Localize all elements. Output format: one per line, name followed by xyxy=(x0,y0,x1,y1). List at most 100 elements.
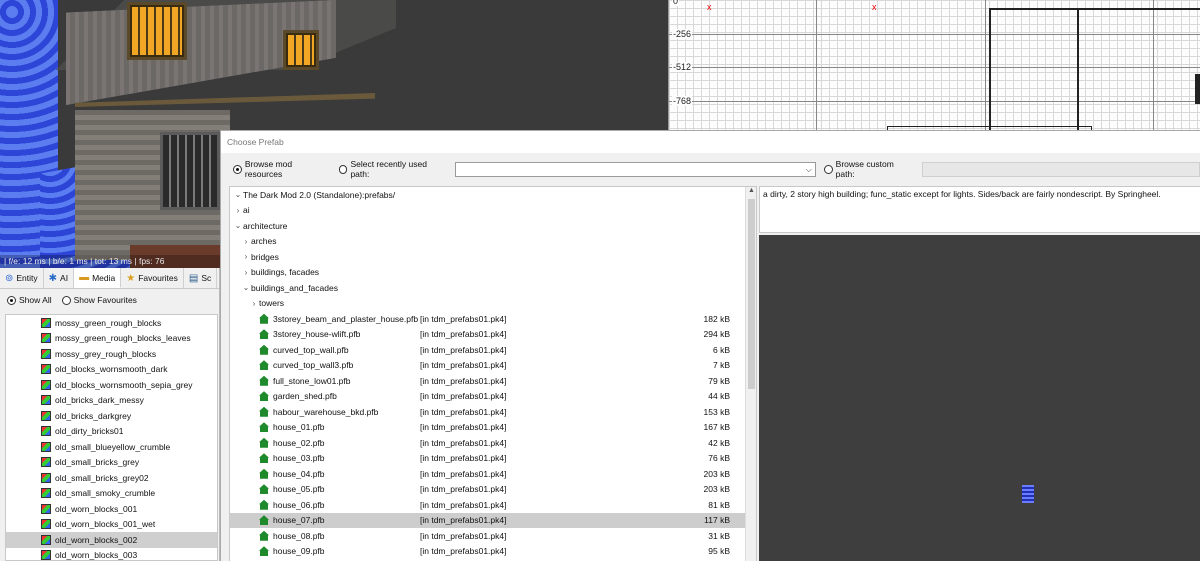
radio-indicator xyxy=(7,295,16,305)
prefab-preview[interactable] xyxy=(759,235,1200,561)
tree-folder-towers[interactable]: › towers xyxy=(230,296,756,312)
prefab-file-row[interactable]: house_04.pfb [in tdm_prefabs01.pk4] 203 kB xyxy=(230,466,756,482)
tab-media[interactable]: ▬ Media xyxy=(74,268,122,288)
tree-folder-arches[interactable]: › arches xyxy=(230,234,756,250)
list-item[interactable]: old_blocks_wornsmooth_dark xyxy=(6,362,217,378)
list-item[interactable]: old_worn_blocks_001 xyxy=(6,501,217,517)
tree-folder-ai[interactable]: › ai xyxy=(230,203,756,219)
prefab-house-icon xyxy=(259,437,269,448)
tree-label: towers xyxy=(259,298,285,309)
prefab-file-row[interactable]: 3storey_house-wlift.pfb [in tdm_prefabs01… xyxy=(230,327,756,343)
prefab-file-row-selected[interactable]: house_07.pfb [in tdm_prefabs01.pk4] 117 kB xyxy=(230,512,756,528)
file-archive: [in tdm_prefabs01.pk4] xyxy=(420,375,507,386)
chevron-down-icon: ⌵ xyxy=(805,164,812,174)
inspector-panel: ⊚ Entity ✱ AI ▬ Media ★ Favourites ▤ Sc Show … xyxy=(0,268,220,561)
axis-x-label: x xyxy=(872,2,877,12)
recent-path-radio[interactable]: Select recently used path: xyxy=(338,159,447,179)
prefab-file-row[interactable]: house_08.pfb [in tdm_prefabs01.pk4] 31 kB xyxy=(230,528,756,544)
show-all-radio[interactable]: Show All xyxy=(7,295,52,305)
list-item-selected[interactable]: old_worn_blocks_002 xyxy=(6,532,217,548)
prefab-house-icon xyxy=(259,515,269,526)
scrollbar-thumb[interactable] xyxy=(748,199,755,389)
prefab-file-row[interactable]: house_09.pfb [in tdm_prefabs01.pk4] 95 kB xyxy=(230,544,756,560)
tab-script[interactable]: ▤ Sc xyxy=(184,268,218,288)
prefab-file-row[interactable]: 3storey_beam_and_plaster_house.pfb [in td… xyxy=(230,311,756,327)
tab-ai[interactable]: ✱ AI xyxy=(44,268,75,288)
list-item[interactable]: old_bricks_darkgrey xyxy=(6,408,217,424)
list-item[interactable]: old_worn_blocks_001_wet xyxy=(6,517,217,533)
chevron-right-icon: › xyxy=(244,252,248,262)
axis-x-label: x xyxy=(707,2,712,12)
texture-icon xyxy=(41,472,51,483)
inspector-tabs: ⊚ Entity ✱ AI ▬ Media ★ Favourites ▤ Sc xyxy=(0,268,219,289)
prefab-file-row[interactable]: house_02.pfb [in tdm_prefabs01.pk4] 42 kB xyxy=(230,435,756,451)
prefab-file-row[interactable]: garden_shed.pfb [in tdm_prefabs01.pk4] 44 … xyxy=(230,389,756,405)
file-name: house_03.pfb xyxy=(273,453,325,464)
tree-folder-buildings-facades[interactable]: › buildings, facades xyxy=(230,265,756,281)
prefab-file-row[interactable]: full_stone_low01.pfb [in tdm_prefabs01.pk… xyxy=(230,373,756,389)
list-item[interactable]: old_small_blueyellow_crumble xyxy=(6,439,217,455)
scroll-up-icon[interactable]: ▲ xyxy=(746,187,756,194)
browse-mod-radio[interactable]: Browse mod resources xyxy=(233,159,331,179)
list-item[interactable]: old_blocks_wornsmooth_sepia_grey xyxy=(6,377,217,393)
file-name: 3storey_beam_and_plaster_house.pfb xyxy=(273,313,419,324)
media-tree[interactable]: mossy_green_rough_blocks mossy_green_rou… xyxy=(5,314,218,561)
list-item[interactable]: old_small_smoky_crumble xyxy=(6,486,217,502)
file-archive: [in tdm_prefabs01.pk4] xyxy=(420,484,507,495)
radio-indicator xyxy=(61,295,71,305)
prefab-file-row[interactable]: house_01.pfb [in tdm_prefabs01.pk4] 167 kB xyxy=(230,420,756,436)
prefab-file-row[interactable]: habour_warehouse_bkd.pfb [in tdm_prefabs0… xyxy=(230,404,756,420)
prefab-house-icon xyxy=(259,484,269,495)
tree-root[interactable]: ⌄ The Dark Mod 2.0 (Standalone):prefabs/ xyxy=(230,187,756,203)
recent-path-dropdown[interactable]: ⌵ xyxy=(454,161,816,177)
prefab-house-icon xyxy=(259,406,269,417)
brush-outline[interactable] xyxy=(1077,8,1079,130)
texture-icon xyxy=(41,364,51,375)
item-label: old_worn_blocks_001 xyxy=(55,503,138,514)
show-favourites-radio[interactable]: Show Favourites xyxy=(61,295,137,305)
tree-folder-bridges[interactable]: › bridges xyxy=(230,249,756,265)
prefab-file-row[interactable]: house_06.pfb [in tdm_prefabs01.pk4] 81 kB xyxy=(230,497,756,513)
list-item[interactable]: mossy_grey_rough_blocks xyxy=(6,346,217,362)
texture-icon xyxy=(41,488,51,499)
file-name: house_06.pfb xyxy=(273,499,325,510)
brush-outline[interactable] xyxy=(989,8,1200,130)
tree-folder-architecture[interactable]: ⌄ architecture xyxy=(230,218,756,234)
grid-coord-label: -256 xyxy=(672,29,693,39)
radio-label: Select recently used path: xyxy=(350,159,427,179)
custom-path-field[interactable] xyxy=(921,161,1200,177)
tree-label: ai xyxy=(243,205,250,216)
tree-label: The Dark Mod 2.0 (Standalone):prefabs/ xyxy=(243,189,396,200)
file-archive: [in tdm_prefabs01.pk4] xyxy=(420,391,507,402)
prefab-file-row[interactable]: house_03.pfb [in tdm_prefabs01.pk4] 76 kB xyxy=(230,451,756,467)
prefab-file-row[interactable]: curved_top_wall3.pfb [in tdm_prefabs01.pk… xyxy=(230,358,756,374)
tree-label: buildings_and_facades xyxy=(251,282,338,293)
list-item[interactable]: old_small_bricks_grey02 xyxy=(6,470,217,486)
radio-indicator xyxy=(233,164,242,174)
list-item[interactable]: old_small_bricks_grey xyxy=(6,455,217,471)
tree-scrollbar[interactable]: ▲ xyxy=(745,187,756,561)
tab-favourites[interactable]: ★ Favourites xyxy=(121,268,184,288)
prefab-tree[interactable]: ⌄ The Dark Mod 2.0 (Standalone):prefabs/ … xyxy=(229,186,757,561)
prefab-house-icon xyxy=(259,499,269,510)
file-archive: [in tdm_prefabs01.pk4] xyxy=(420,360,507,371)
list-item[interactable]: old_dirty_bricks01 xyxy=(6,424,217,440)
file-size: 117 kB xyxy=(704,515,730,526)
list-item[interactable]: old_worn_blocks_003 xyxy=(6,548,217,560)
tree-folder-buildings-and-facades[interactable]: ⌄ buildings_and_facades xyxy=(230,280,756,296)
item-label: mossy_green_rough_blocks xyxy=(55,317,162,328)
custom-path-radio[interactable]: Browse custom path: xyxy=(823,159,914,179)
prefab-file-row[interactable]: house_05.pfb [in tdm_prefabs01.pk4] 203 kB xyxy=(230,482,756,498)
ortho-viewport[interactable]: 0 -256 -512 -768 x x xyxy=(668,0,1200,130)
lit-window xyxy=(127,2,187,60)
ai-icon: ✱ xyxy=(48,272,58,284)
prefab-preview-model xyxy=(1022,485,1034,503)
list-item[interactable]: mossy_green_rough_blocks xyxy=(6,315,217,331)
list-item[interactable]: old_bricks_dark_messy xyxy=(6,393,217,409)
file-archive: [in tdm_prefabs01.pk4] xyxy=(420,530,507,541)
tab-entity[interactable]: ⊚ Entity xyxy=(0,268,44,288)
prefab-file-row[interactable]: curved_top_wall.pfb [in tdm_prefabs01.pk4… xyxy=(230,342,756,358)
list-item[interactable]: mossy_green_rough_blocks_leaves xyxy=(6,331,217,347)
media-filter: Show All Show Favourites xyxy=(0,289,219,311)
brush-outline[interactable] xyxy=(1195,74,1200,104)
